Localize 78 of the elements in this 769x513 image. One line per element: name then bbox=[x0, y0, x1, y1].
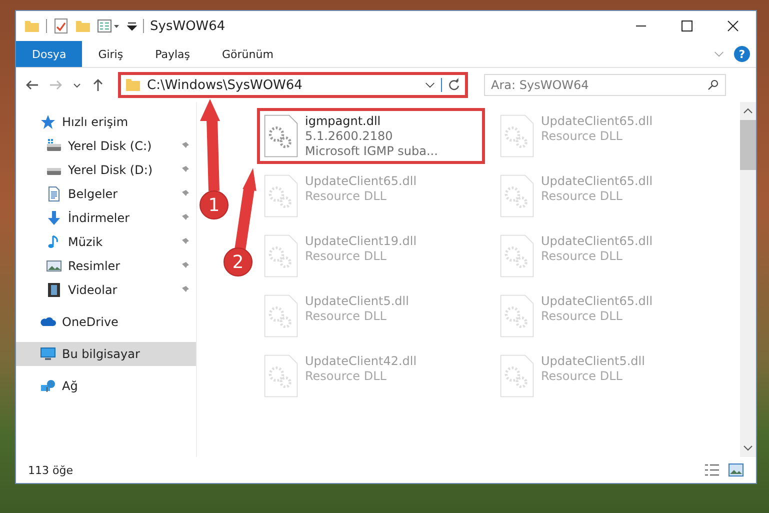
gear-file-icon bbox=[263, 294, 299, 338]
sidebar-item[interactable]: Resimler bbox=[16, 254, 196, 278]
dropdown-caret-icon[interactable] bbox=[127, 21, 137, 31]
file-description: Microsoft IGMP suba... bbox=[305, 144, 438, 159]
gear-file-icon bbox=[499, 234, 535, 278]
file-description: Resource DLL bbox=[541, 369, 624, 384]
file-name: UpdateClient42.dll bbox=[305, 354, 417, 369]
sidebar-item[interactable]: İndirmeler bbox=[16, 206, 196, 230]
file-name: UpdateClient5.dll bbox=[305, 294, 409, 309]
file-name: UpdateClient65.dll bbox=[305, 174, 417, 189]
window-title: SysWOW64 bbox=[150, 18, 226, 34]
address-path: C:\Windows\SysWOW64 bbox=[147, 78, 304, 92]
down-arrow-icon bbox=[46, 210, 62, 226]
scroll-down-icon[interactable] bbox=[743, 445, 753, 451]
search-icon[interactable] bbox=[707, 79, 719, 91]
address-field[interactable]: C:\Windows\SysWOW64 bbox=[118, 72, 468, 98]
file-name: UpdateClient65.dll bbox=[541, 114, 653, 129]
scroll-up-icon[interactable] bbox=[743, 108, 753, 114]
gear-file-icon bbox=[263, 354, 299, 398]
file-description: Resource DLL bbox=[305, 369, 388, 384]
sidebar-item[interactable]: Belgeler bbox=[16, 182, 196, 206]
monitor-icon bbox=[40, 346, 56, 362]
file-description: Resource DLL bbox=[305, 309, 388, 324]
file-description: Resource DLL bbox=[305, 189, 388, 204]
gear-file-icon bbox=[263, 234, 299, 278]
scroll-thumb[interactable] bbox=[740, 120, 756, 170]
gear-file-icon bbox=[499, 114, 535, 158]
gear-file-icon bbox=[263, 114, 299, 158]
sidebar-item[interactable]: OneDrive bbox=[16, 310, 196, 334]
large-icons-view-icon[interactable] bbox=[728, 463, 744, 477]
checklist-icon[interactable] bbox=[53, 18, 69, 34]
drive-icon bbox=[46, 138, 62, 154]
sidebar-item[interactable]: Yerel Disk (C:) bbox=[16, 134, 196, 158]
ribbon-tab[interactable]: Görünüm bbox=[206, 41, 290, 67]
step-number-badge: 2 bbox=[224, 248, 252, 276]
maximize-icon bbox=[681, 20, 693, 32]
scrollbar[interactable] bbox=[740, 102, 756, 457]
search-field[interactable]: Ara: SysWOW64 bbox=[484, 74, 726, 96]
file-description: Resource DLL bbox=[541, 309, 624, 324]
gear-file-icon bbox=[263, 174, 299, 218]
file-name: UpdateClient65.dll bbox=[541, 174, 653, 189]
file-description: Resource DLL bbox=[305, 249, 388, 264]
sidebar-item[interactable]: Yerel Disk (D:) bbox=[16, 158, 196, 182]
document-icon bbox=[46, 186, 62, 202]
gear-file-icon bbox=[499, 174, 535, 218]
file-name: UpdateClient65.dll bbox=[541, 234, 653, 249]
help-icon[interactable]: ? bbox=[734, 46, 750, 62]
sidebar-item[interactable]: Hızlı erişim bbox=[16, 110, 196, 134]
file-description: Resource DLL bbox=[541, 189, 624, 204]
file-name: UpdateClient19.dll bbox=[305, 234, 417, 249]
file-name: igmpagnt.dll bbox=[305, 114, 382, 129]
refresh-icon[interactable] bbox=[441, 78, 461, 92]
sidebar-item[interactable]: Ağ bbox=[16, 374, 196, 398]
file-name: UpdateClient65.dll bbox=[541, 294, 653, 309]
item-count: 113 öğe bbox=[28, 464, 73, 476]
ribbon-tab[interactable]: Paylaş bbox=[139, 41, 206, 67]
film-icon bbox=[46, 282, 62, 298]
file-version: 5.1.2600.2180 bbox=[305, 129, 394, 144]
sidebar-item[interactable]: Müzik bbox=[16, 230, 196, 254]
star-icon bbox=[40, 114, 56, 130]
network-icon bbox=[40, 378, 56, 394]
file-description: Resource DLL bbox=[541, 249, 624, 264]
step-number-badge: 1 bbox=[200, 190, 228, 220]
gear-file-icon bbox=[499, 294, 535, 338]
file-name: UpdateClient5.dll bbox=[541, 354, 645, 369]
details-view-icon[interactable] bbox=[704, 463, 720, 477]
sidebar-item[interactable]: Videolar bbox=[16, 278, 196, 302]
picture-icon bbox=[46, 258, 62, 274]
file-description: Resource DLL bbox=[541, 129, 624, 144]
properties-icon[interactable] bbox=[97, 18, 121, 34]
ribbon-tab[interactable]: Giriş bbox=[82, 41, 140, 67]
sidebar-item[interactable]: Bu bilgisayar bbox=[16, 342, 196, 366]
chevron-down-icon[interactable] bbox=[425, 82, 435, 88]
close-icon bbox=[727, 20, 739, 32]
ribbon-tab[interactable]: Dosya bbox=[16, 41, 82, 67]
file-item[interactable]: igmpagnt.dll 5.1.2600.2180 Microsoft IGMP suba... bbox=[257, 108, 485, 164]
gear-file-icon bbox=[499, 354, 535, 398]
folder-icon bbox=[125, 77, 141, 93]
